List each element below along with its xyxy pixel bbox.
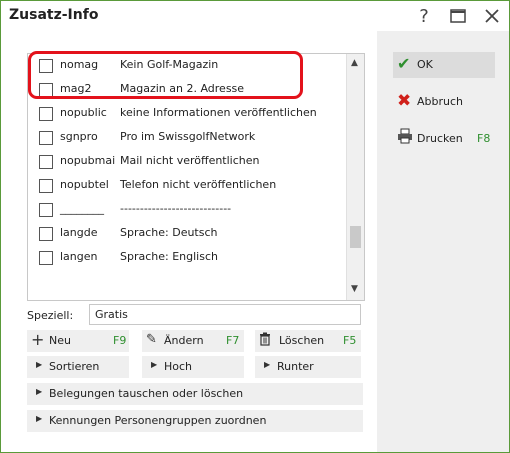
up-button-label: Hoch: [164, 360, 193, 373]
cancel-button-label: Abbruch: [417, 95, 464, 108]
list-item-code: langde: [60, 226, 98, 239]
speziell-label: Speziell:: [27, 309, 74, 322]
new-button-shortcut: F9: [113, 334, 127, 347]
edit-button-shortcut: F7: [226, 334, 240, 347]
print-button-shortcut: F8: [477, 132, 491, 145]
print-button[interactable]: Drucken F8: [393, 126, 495, 152]
list-item-code: nopubtel: [60, 178, 109, 191]
caret-right-icon: ▶: [264, 360, 271, 369]
printer-icon: [397, 128, 413, 148]
down-button[interactable]: ▶ Runter: [255, 356, 361, 378]
new-button[interactable]: + Neu F9: [27, 330, 129, 352]
list-item-description: Telefon nicht veröffentlichen: [120, 178, 277, 191]
edit-button-label: Ändern: [164, 334, 204, 347]
list-item-code: sgnpro: [60, 130, 98, 143]
main-panel: nomag Kein Golf-Magazin mag2 Magazin an …: [1, 31, 377, 452]
sort-button[interactable]: ▶ Sortieren: [27, 356, 129, 378]
action-panel: ✔ OK ✖ Abbruch Drucken F8: [377, 31, 509, 452]
list-item-code: langen: [60, 250, 98, 263]
assign-groups-button[interactable]: ▶ Kennungen Personengruppen zuordnen: [27, 410, 363, 432]
scroll-up-icon[interactable]: ▲: [351, 58, 358, 68]
list-item[interactable]: sgnpro Pro im SwissgolfNetwork: [28, 126, 346, 150]
list-item-checkbox[interactable]: [39, 107, 53, 121]
swap-assignments-button[interactable]: ▶ Belegungen tauschen oder löschen: [27, 383, 363, 405]
down-button-label: Runter: [277, 360, 314, 373]
window-title: Zusatz-Info: [9, 7, 99, 23]
sort-button-label: Sortieren: [49, 360, 100, 373]
title-bar: Zusatz-Info ?: [1, 1, 509, 31]
new-button-label: Neu: [49, 334, 71, 347]
list-item-checkbox[interactable]: [39, 155, 53, 169]
list-item-description: Mail nicht veröffentlichen: [120, 154, 260, 167]
list-item-description: keine Informationen veröffentlichen: [120, 106, 317, 119]
ok-button[interactable]: ✔ OK: [393, 52, 495, 78]
list-item-checkbox[interactable]: [39, 131, 53, 145]
delete-button-label: Löschen: [279, 334, 325, 347]
help-icon[interactable]: ?: [408, 1, 440, 31]
edit-button[interactable]: ✎ Ändern F7: [142, 330, 244, 352]
list-item-checkbox[interactable]: [39, 203, 53, 217]
speziell-field[interactable]: Gratis: [89, 304, 361, 325]
up-button[interactable]: ▶ Hoch: [142, 356, 244, 378]
list-item[interactable]: langde Sprache: Deutsch: [28, 222, 346, 246]
pencil-icon: ✎: [146, 332, 157, 347]
list-item[interactable]: nopubtel Telefon nicht veröffentlichen: [28, 174, 346, 198]
list-item[interactable]: ________ ----------------------------: [28, 198, 346, 222]
list-item[interactable]: nopublic keine Informationen veröffentli…: [28, 102, 346, 126]
plus-icon: +: [31, 330, 45, 349]
caret-right-icon: ▶: [36, 414, 43, 423]
list-item-checkbox[interactable]: [39, 227, 53, 241]
assign-groups-label: Kennungen Personengruppen zuordnen: [49, 414, 267, 427]
list-item-checkbox[interactable]: [39, 251, 53, 265]
caret-right-icon: ▶: [36, 360, 43, 369]
list-scrollbar[interactable]: ▲ ▼: [346, 54, 364, 300]
list-item-description: Sprache: Englisch: [120, 250, 218, 263]
list-item-description: ----------------------------: [120, 202, 232, 215]
scroll-down-icon[interactable]: ▼: [351, 284, 358, 294]
trash-icon: [259, 332, 271, 350]
highlight-annotation: [28, 51, 303, 99]
list-item-description: Pro im SwissgolfNetwork: [120, 130, 256, 143]
caret-right-icon: ▶: [36, 387, 43, 396]
list-item-code: ________: [60, 202, 104, 215]
close-icon[interactable]: [476, 1, 508, 31]
ok-button-label: OK: [417, 58, 433, 71]
delete-button[interactable]: Löschen F5: [255, 330, 361, 352]
list-item-description: Sprache: Deutsch: [120, 226, 218, 239]
list-item[interactable]: nopubmai Mail nicht veröffentlichen: [28, 150, 346, 174]
cancel-button[interactable]: ✖ Abbruch: [393, 89, 495, 115]
check-icon: ✔: [397, 54, 411, 73]
list-item-checkbox[interactable]: [39, 179, 53, 193]
cancel-x-icon: ✖: [397, 91, 412, 111]
dialog-window: Zusatz-Info ? nomag Kein Golf-Magazin ma…: [0, 0, 510, 453]
list-item[interactable]: langen Sprache: Englisch: [28, 246, 346, 270]
delete-button-shortcut: F5: [343, 334, 357, 347]
scrollbar-thumb[interactable]: [350, 226, 361, 248]
list-item-code: nopublic: [60, 106, 107, 119]
maximize-icon[interactable]: [442, 1, 474, 31]
caret-right-icon: ▶: [151, 360, 158, 369]
print-button-label: Drucken: [417, 132, 463, 145]
list-item-code: nopubmai: [60, 154, 116, 167]
swap-assignments-label: Belegungen tauschen oder löschen: [49, 387, 244, 400]
